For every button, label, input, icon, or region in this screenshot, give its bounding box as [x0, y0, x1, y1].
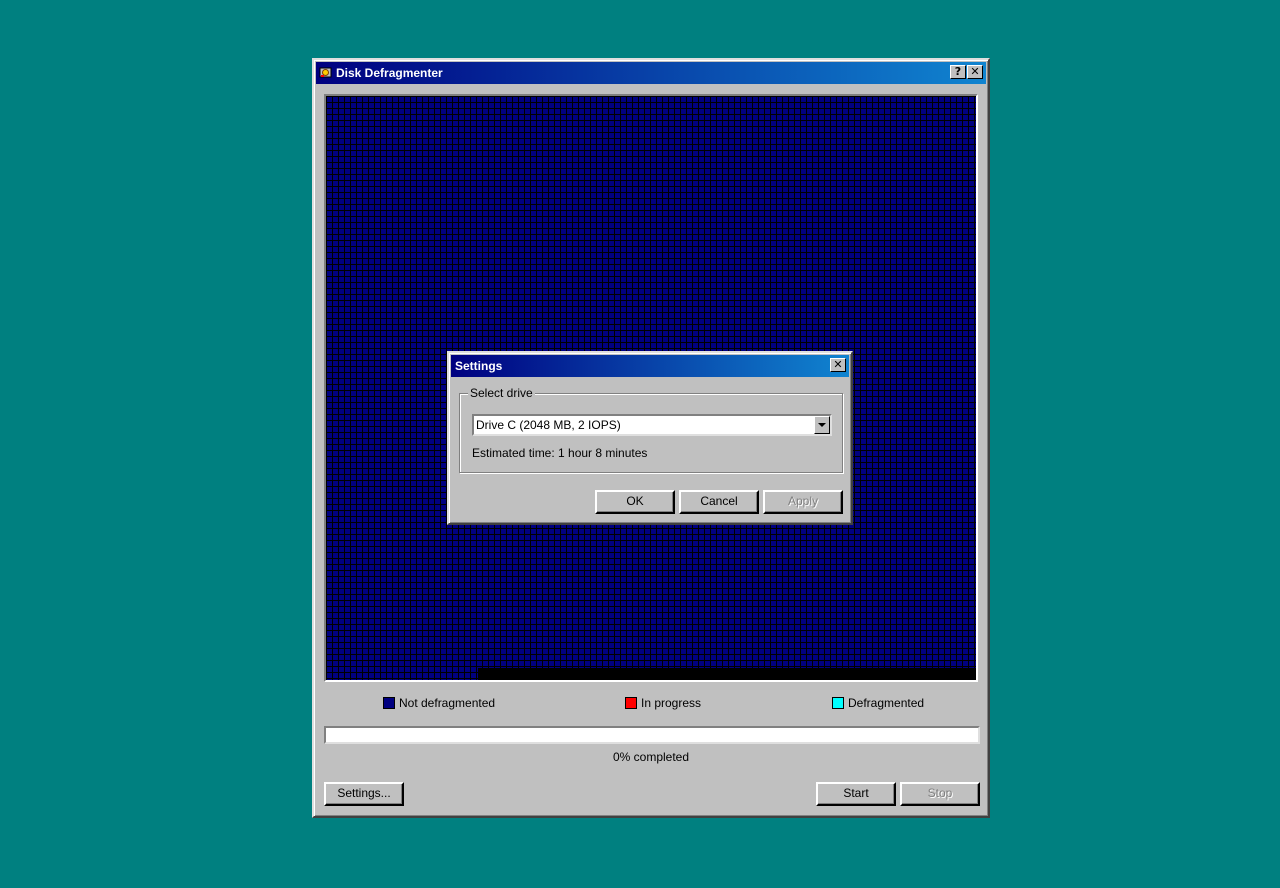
drive-select-value: Drive C (2048 MB, 2 IOPS) — [476, 418, 621, 432]
help-button[interactable]: ? — [950, 65, 966, 79]
legend-label: Defragmented — [848, 696, 925, 710]
select-drive-group: Select drive Drive C (2048 MB, 2 IOPS) E… — [459, 386, 843, 473]
defrag-app-icon — [319, 67, 332, 78]
select-drive-label: Select drive — [468, 386, 535, 400]
dialog-close-button[interactable]: ✕ — [830, 358, 846, 372]
in-progress-swatch — [625, 697, 637, 709]
cluster-map-unused-area — [478, 668, 976, 680]
cancel-button[interactable]: Cancel — [679, 490, 759, 514]
ok-button[interactable]: OK — [595, 490, 675, 514]
defragmented-swatch — [832, 697, 844, 709]
drive-select[interactable]: Drive C (2048 MB, 2 IOPS) — [472, 414, 832, 436]
close-button[interactable]: ✕ — [967, 65, 983, 79]
dialog-titlebar[interactable]: Settings ✕ — [451, 355, 849, 377]
stop-button[interactable]: Stop — [900, 782, 980, 806]
settings-button[interactable]: Settings... — [324, 782, 404, 806]
chevron-down-icon — [818, 423, 826, 427]
start-button[interactable]: Start — [816, 782, 896, 806]
settings-dialog: Settings ✕ Select drive Drive C (2048 MB… — [447, 351, 853, 525]
legend-label: In progress — [641, 696, 702, 710]
window-title: Disk Defragmenter — [336, 66, 443, 80]
dialog-title: Settings — [455, 359, 503, 373]
not-defragmented-swatch — [383, 697, 395, 709]
estimated-time: Estimated time: 1 hour 8 minutes — [472, 446, 648, 460]
legend-label: Not defragmented — [399, 696, 496, 710]
apply-button[interactable]: Apply — [763, 490, 843, 514]
progress-label: 0% completed — [612, 750, 690, 764]
progress-bar — [324, 726, 980, 744]
dropdown-arrow-button[interactable] — [814, 416, 830, 434]
window-titlebar[interactable]: Disk Defragmenter ? ✕ — [316, 62, 986, 84]
